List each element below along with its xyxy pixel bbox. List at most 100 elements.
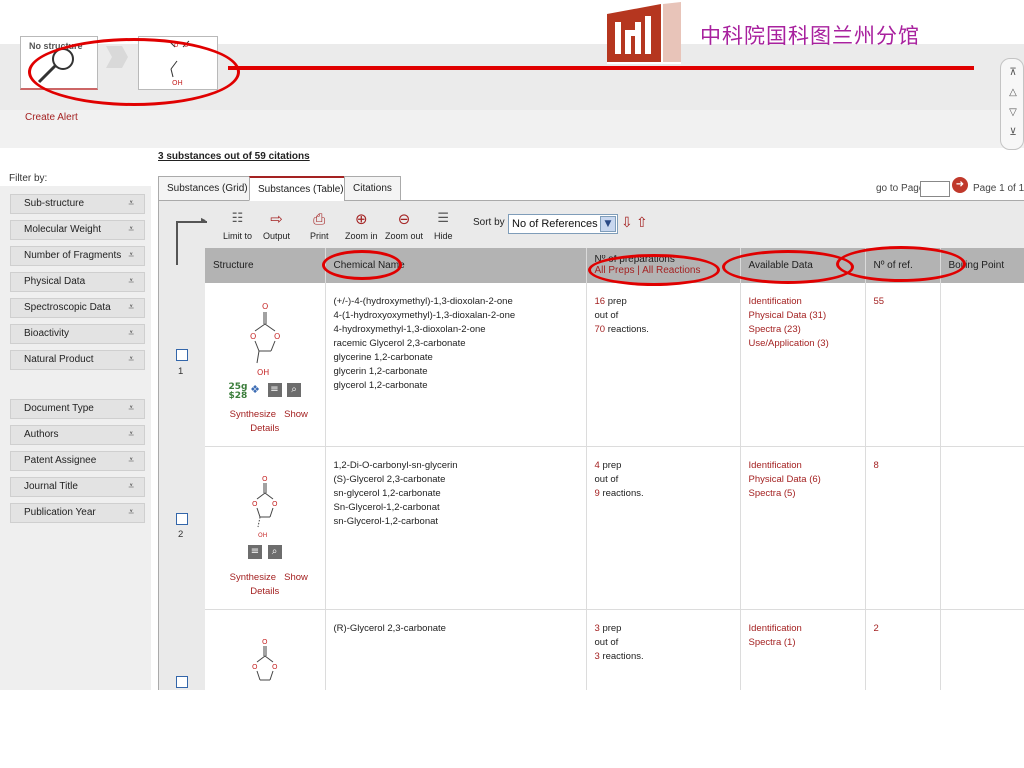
reaction-count-link[interactable]: 9 <box>595 488 600 499</box>
prep-unit: prep <box>602 622 622 634</box>
filter-natural-product[interactable]: Natural Product ⩡ <box>10 350 145 370</box>
filter-document-type[interactable]: Document Type ⩡ <box>10 399 145 419</box>
filter-patent-assignee[interactable]: Patent Assignee ⩡ <box>10 451 145 471</box>
tab-substances-table[interactable]: Substances (Table) <box>249 176 353 201</box>
document-icon[interactable]: ≡ <box>267 383 282 397</box>
svg-text:O: O <box>262 302 268 311</box>
boiling-point-cell <box>940 446 1024 610</box>
available-data-link[interactable]: Identification <box>749 459 857 473</box>
column-available-data[interactable]: Available Data <box>740 248 866 283</box>
filter-publication-year[interactable]: Publication Year ⩡ <box>10 503 145 523</box>
filter-bioactivity[interactable]: Bioactivity ⩡ <box>10 324 145 344</box>
scroll-bottom-icon[interactable]: ⊻ <box>1007 127 1019 139</box>
scroll-down-icon[interactable]: ▽ <box>1007 107 1019 119</box>
sort-ascending-icon[interactable]: ⇧ <box>636 215 648 231</box>
filter-spectroscopic-data[interactable]: Spectroscopic Data ⩡ <box>10 298 145 318</box>
available-data-link[interactable]: Identification <box>749 295 857 309</box>
preparations-cell: 16 prep out of 70 reactions. <box>586 283 741 447</box>
reaxys-icon[interactable]: ❖ <box>248 383 262 397</box>
hide-button[interactable]: ☰ Hide <box>434 209 453 241</box>
price-icon[interactable]: 25g $28 <box>229 383 248 401</box>
logo-icon <box>607 2 681 64</box>
num-refs-cell[interactable]: 2 <box>865 609 941 690</box>
chevron-down-icon: ⩡ <box>128 302 134 313</box>
annotation-underline <box>228 66 974 70</box>
reaction-unit: reactions. <box>602 487 644 499</box>
page-indicator: Page 1 of 1 <box>973 183 1024 194</box>
structure-query-thumbnail[interactable]: o o OH <box>138 36 218 90</box>
magnifier-icon <box>37 49 74 84</box>
available-data-link[interactable]: Use/Application (3) <box>749 337 857 351</box>
checkbox-icon[interactable] <box>176 349 188 361</box>
structure-drawing: O O O OH <box>250 302 280 377</box>
print-button[interactable]: ⎙ Print <box>310 209 329 241</box>
prep-count-link[interactable]: 4 <box>595 460 600 471</box>
tab-citations[interactable]: Citations <box>344 176 401 201</box>
reaction-count-link[interactable]: 3 <box>595 651 600 662</box>
create-alert-link[interactable]: Create Alert <box>25 112 78 123</box>
limit-to-button[interactable]: ☷ Limit to <box>223 209 252 241</box>
column-chemical-name[interactable]: Chemical Name <box>325 248 587 283</box>
available-data-link[interactable]: Spectra (5) <box>749 487 857 501</box>
zoom-out-button[interactable]: ⊖ Zoom out <box>385 209 423 241</box>
filter-physical-data[interactable]: Physical Data ⩡ <box>10 272 145 292</box>
all-reactions-link[interactable]: All Reactions <box>642 265 700 276</box>
num-refs-cell[interactable]: 8 <box>865 446 941 610</box>
svg-text:OH: OH <box>172 79 183 87</box>
chevron-down-icon: ⩡ <box>128 481 134 492</box>
page-number-input[interactable] <box>920 181 950 197</box>
available-data-link[interactable]: Physical Data (6) <box>749 473 857 487</box>
scroll-top-icon[interactable]: ⊼ <box>1007 67 1019 79</box>
available-data-link[interactable]: Spectra (1) <box>749 636 857 650</box>
structure-cell: O O O <box>205 609 326 690</box>
filter-sub-structure[interactable]: Sub-structure ⩡ <box>10 194 145 214</box>
filter-label: Natural Product <box>24 354 94 365</box>
table-row: O O O (R)-Glycerol 2,3-carbonate 3 prep … <box>205 609 1024 690</box>
synthesize-link[interactable]: Synthesize <box>230 409 276 420</box>
available-data-link[interactable]: Physical Data (31) <box>749 309 857 323</box>
column-structure[interactable]: Structure <box>205 248 326 283</box>
available-data-link[interactable]: Identification <box>749 622 857 636</box>
sort-descending-icon[interactable]: ⇩ <box>621 215 633 231</box>
result-summary[interactable]: 3 substances out of 59 citations <box>158 151 310 162</box>
chemical-name: sn-Glycerol-1,2-carbonat <box>333 515 439 527</box>
column-num-refs[interactable]: Nº of ref. <box>865 248 941 283</box>
prep-count-link[interactable]: 3 <box>595 623 600 634</box>
boiling-point-cell <box>940 609 1024 690</box>
available-data-link[interactable]: Spectra (23) <box>749 323 857 337</box>
chemical-name: glycerine 1,2-carbonate <box>333 352 433 363</box>
scroll-up-icon[interactable]: △ <box>1007 87 1019 99</box>
svg-text:O: O <box>252 663 258 671</box>
search-icon[interactable]: ⌕ <box>267 544 282 559</box>
filter-label: Bioactivity <box>24 328 70 339</box>
sort-by-select[interactable]: No of References ▼ <box>508 214 618 234</box>
all-preps-link[interactable]: All Preps <box>595 265 635 276</box>
chemical-name: 1,2-Di-O-carbonyl-sn-glycerin <box>333 459 458 471</box>
checkbox-icon[interactable] <box>176 513 188 525</box>
reaction-count-link[interactable]: 70 <box>595 324 606 335</box>
history-scroller: ⊼ △ ▽ ⊻ <box>1000 58 1024 150</box>
chemical-name: (+/-)-4-(hydroxymethyl)-1,3-dioxolan-2-o… <box>333 296 513 307</box>
filter-molecular-weight[interactable]: Molecular Weight ⩡ <box>10 220 145 240</box>
chemical-name: 4-(1-hydroxyoxymethyl)-1,3-dioxalan-2-on… <box>333 310 516 321</box>
chemical-name: (R)-Glycerol 2,3-carbonate <box>333 622 446 634</box>
query-arrow-icon <box>106 46 128 68</box>
no-structure-thumbnail[interactable]: No structure <box>20 36 98 90</box>
zoom-in-button[interactable]: ⊕ Zoom in <box>345 209 378 241</box>
output-button[interactable]: ⇨ Output <box>263 209 290 241</box>
checkbox-icon[interactable] <box>176 676 188 688</box>
synthesize-link[interactable]: Synthesize <box>230 572 276 583</box>
filter-authors[interactable]: Authors ⩡ <box>10 425 145 445</box>
filter-journal-title[interactable]: Journal Title ⩡ <box>10 477 145 497</box>
num-refs-cell[interactable]: 55 <box>865 283 941 447</box>
go-arrow-icon[interactable]: ➜ <box>952 177 968 193</box>
chevron-down-icon: ⩡ <box>128 250 134 261</box>
document-icon[interactable]: ≡ <box>248 544 262 559</box>
search-icon[interactable]: ⌕ <box>287 383 301 397</box>
column-boiling-point[interactable]: Boiling Point <box>940 248 1024 283</box>
column-preparations: Nº of preparations All Preps | All React… <box>586 248 741 283</box>
filter-number-of-fragments[interactable]: Number of Fragments ⩡ <box>10 246 145 266</box>
filter-by-label: Filter by: <box>9 173 48 184</box>
tab-substances-grid[interactable]: Substances (Grid) <box>158 176 257 201</box>
prep-count-link[interactable]: 16 <box>595 296 606 307</box>
